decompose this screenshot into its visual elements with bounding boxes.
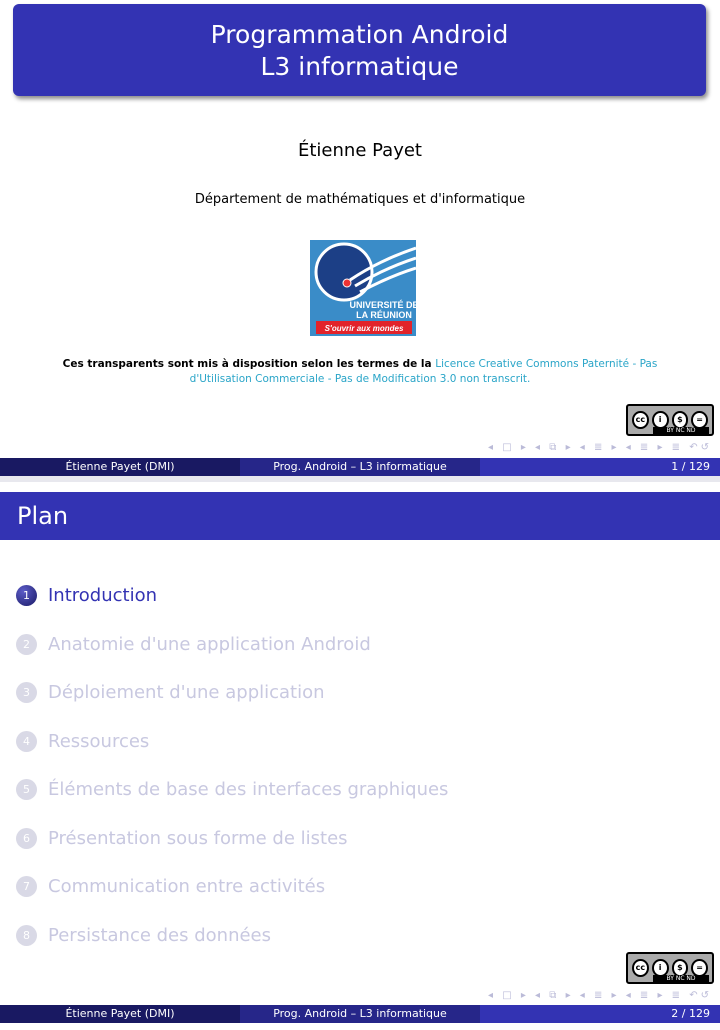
cc-badge-label: BY NC ND xyxy=(653,975,709,982)
section-number: 4 xyxy=(16,731,37,752)
toc-item[interactable]: 4 Ressources xyxy=(16,731,149,752)
section-number: 3 xyxy=(16,682,37,703)
beamer-navigation[interactable]: ◂ □ ▸ ◂ ⧉ ▸ ◂ ≣ ▸ ◂ ≣ ▸ ≣ ↶↺ xyxy=(488,442,712,453)
section-label: Présentation sous forme de listes xyxy=(48,828,348,849)
section-label: Déploiement d'une application xyxy=(48,682,325,703)
section-label: Éléments de base des interfaces graphiqu… xyxy=(48,779,449,800)
section-number: 6 xyxy=(16,828,37,849)
frame-title: Plan xyxy=(0,492,720,540)
cc-license-badge[interactable]: cc i $ = BY NC ND xyxy=(626,952,714,984)
cc-icon: cc xyxy=(632,959,649,977)
toc-item[interactable]: 7 Communication entre activités xyxy=(16,876,325,897)
section-label: Introduction xyxy=(48,585,158,606)
footer-title: Prog. Android – L3 informatique xyxy=(240,458,480,476)
slide-2: Plan 1 Introduction 2 Anatomie d'une appli… xyxy=(0,482,720,1030)
toc-item[interactable]: 3 Déploiement d'une application xyxy=(16,682,325,703)
footer-title: Prog. Android – L3 informatique xyxy=(240,1005,480,1023)
toc-item[interactable]: 5 Éléments de base des interfaces graphiq… xyxy=(16,779,448,800)
svg-text:S'ouvrir aux mondes: S'ouvrir aux mondes xyxy=(325,324,404,333)
toc-item[interactable]: 2 Anatomie d'une application Android xyxy=(16,634,371,655)
footer-page: 2 / 129 xyxy=(480,1005,720,1023)
cc-license-badge[interactable]: cc i $ = BY NC ND xyxy=(626,404,714,436)
section-number: 8 xyxy=(16,925,37,946)
university-logo: UNIVERSITÉ DE LA RÉUNION S'ouvrir aux mo… xyxy=(310,240,419,336)
section-number: 5 xyxy=(16,779,37,800)
section-number: 1 xyxy=(16,585,37,606)
cc-icon: cc xyxy=(632,411,649,429)
title-line-2: L3 informatique xyxy=(260,52,459,81)
beamer-navigation[interactable]: ◂ □ ▸ ◂ ⧉ ▸ ◂ ≣ ▸ ◂ ≣ ▸ ≣ ↶↺ xyxy=(488,990,712,1001)
slide-1: Programmation Android L3 informatique Ét… xyxy=(0,0,720,476)
footer: Étienne Payet (DMI) Prog. Android – L3 i… xyxy=(0,1005,720,1023)
institute: Département de mathématiques et d'inform… xyxy=(194,192,526,207)
footer-author: Étienne Payet (DMI) xyxy=(0,458,240,476)
section-label: Persistance des données xyxy=(48,925,272,946)
footer-page: 1 / 129 xyxy=(480,458,720,476)
section-label: Communication entre activités xyxy=(48,876,326,897)
section-number: 7 xyxy=(16,876,37,897)
toc-item[interactable]: 1 Introduction xyxy=(16,585,157,606)
author: Étienne Payet xyxy=(298,140,422,161)
footer: Étienne Payet (DMI) Prog. Android – L3 i… xyxy=(0,458,720,476)
cc-badge-label: BY NC ND xyxy=(653,427,709,434)
title-box: Programmation Android L3 informatique xyxy=(13,4,706,96)
title-line-1: Programmation Android xyxy=(210,20,509,49)
section-number: 2 xyxy=(16,634,37,655)
svg-text:UNIVERSITÉ DE: UNIVERSITÉ DE xyxy=(349,300,416,310)
footer-author: Étienne Payet (DMI) xyxy=(0,1005,240,1023)
section-label: Ressources xyxy=(48,731,150,752)
license-text: Ces transparents sont mis à disposition … xyxy=(40,357,680,387)
svg-text:LA RÉUNION: LA RÉUNION xyxy=(356,310,412,320)
section-label: Anatomie d'une application Android xyxy=(48,634,371,655)
toc-item[interactable]: 6 Présentation sous forme de listes xyxy=(16,828,348,849)
toc-item[interactable]: 8 Persistance des données xyxy=(16,925,271,946)
license-prefix: Ces transparents sont mis à disposition … xyxy=(62,358,436,370)
